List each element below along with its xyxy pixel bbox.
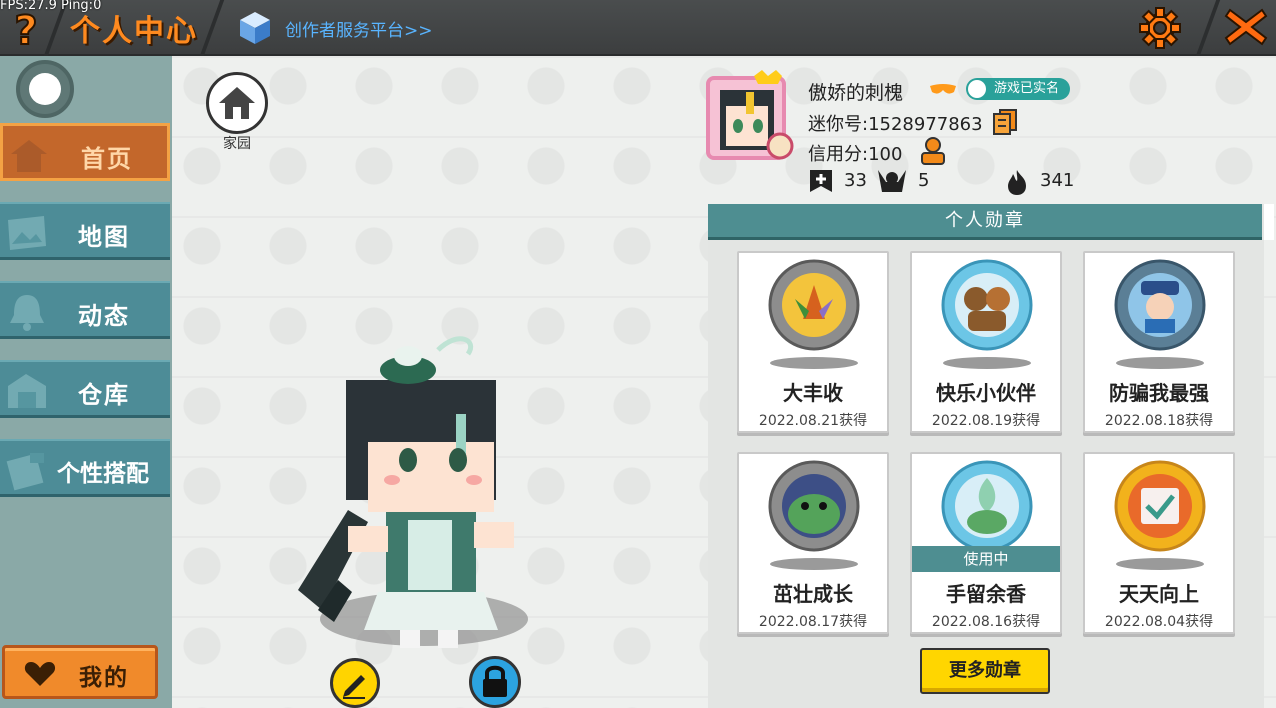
sidebar-item-label: 首页 (81, 145, 133, 173)
medal-name: 防骗我最强 (1109, 381, 1209, 405)
harvest-medal-icon (768, 259, 860, 369)
nickname: 傲娇的刺槐 (808, 82, 904, 104)
sidebar-item-label: 仓库 (78, 381, 130, 409)
divider (199, 0, 225, 56)
scrollbar[interactable] (1264, 204, 1274, 240)
bookmark-icon (810, 170, 832, 192)
lock-button[interactable] (469, 656, 521, 708)
player-character (298, 336, 514, 648)
medal-date: 2022.08.19获得 (931, 413, 1041, 429)
medal-card[interactable]: 大丰收 2022.08.21获得 (737, 251, 889, 433)
medal-date: 2022.08.18获得 (1104, 413, 1214, 429)
stat-heat: 341 (1004, 168, 1084, 195)
medal-card[interactable]: 快乐小伙伴 2022.08.19获得 (910, 251, 1062, 433)
heart-icon (24, 662, 56, 686)
mask-icon (930, 84, 956, 94)
medal-name: 天天向上 (1119, 582, 1199, 606)
medal-name: 茁壮成长 (773, 582, 853, 606)
medal-card[interactable]: 茁壮成长 2022.08.17获得 (737, 452, 889, 634)
top-bar: FPS:27.9 Ping:0 ? 个人中心 创作者服务平台>> (0, 0, 1276, 56)
medal-card[interactable]: 使用中 手留余香 2022.08.16获得 (910, 452, 1062, 634)
sidebar-item-feed[interactable]: 动态 (0, 281, 170, 339)
stat-bookmarks: 33 (808, 168, 878, 194)
sidebar-item-label: 动态 (78, 302, 130, 330)
medal-card[interactable]: 防骗我最强 2022.08.18获得 (1083, 251, 1235, 433)
credit-person-icon[interactable] (918, 136, 948, 166)
close-icon[interactable] (1222, 4, 1270, 50)
medal-name: 手留余香 (946, 582, 1026, 606)
medal-date: 2022.08.21获得 (758, 413, 868, 429)
sidebar-item-map[interactable]: 地图 (0, 202, 170, 260)
svg-text:?: ? (14, 8, 37, 50)
person-icon (968, 80, 986, 98)
outfit-icon (6, 453, 44, 491)
flame-icon (1008, 170, 1026, 195)
friends-medal-icon (941, 259, 1033, 369)
medal-date: 2022.08.17获得 (758, 614, 868, 630)
verified-badge: 游戏已实名 (966, 78, 1070, 100)
mine-button[interactable]: 我的 (2, 645, 158, 699)
pencil-icon (343, 675, 365, 699)
medal-card[interactable]: 天天向上 2022.08.04获得 (1083, 452, 1235, 634)
verified-label: 游戏已实名 (994, 81, 1060, 96)
bookmarks-count: 33 (844, 170, 867, 191)
stat-fans: 5 (876, 168, 946, 194)
profile-avatar[interactable] (702, 70, 802, 166)
sidebar-item-label: 地图 (78, 223, 130, 251)
medals-title: 个人勋章 (708, 204, 1262, 240)
fans-count: 5 (918, 170, 930, 191)
more-medals-button[interactable]: 更多勋章 (920, 648, 1050, 694)
fps-readout: FPS:27.9 Ping:0 (0, 0, 102, 13)
medal-date: 2022.08.16获得 (931, 614, 1041, 630)
home-icon (11, 140, 47, 172)
map-icon (8, 216, 46, 250)
sidebar-item-warehouse[interactable]: 仓库 (0, 360, 170, 418)
home-garden-button[interactable] (206, 72, 268, 134)
heat-count: 341 (1040, 170, 1075, 191)
sidebar-toggle[interactable] (16, 60, 74, 118)
sidebar-item-outfit[interactable]: 个性搭配 (0, 439, 170, 497)
sidebar-item-home[interactable]: 首页 (0, 123, 170, 181)
mine-label: 我的 (79, 665, 129, 691)
bell-icon (10, 295, 44, 331)
anti-fraud-medal-icon (1114, 259, 1206, 369)
home-garden-label: 家园 (223, 136, 251, 152)
sidebar-item-label: 个性搭配 (57, 461, 149, 487)
divider (1195, 0, 1221, 56)
house-icon (219, 87, 255, 119)
daily-progress-medal-icon (1114, 460, 1206, 570)
fans-icon (878, 170, 906, 192)
edit-button[interactable] (330, 658, 380, 708)
medal-name: 快乐小伙伴 (936, 381, 1036, 405)
in-use-badge: 使用中 (912, 546, 1060, 572)
creator-platform-link[interactable]: 创作者服务平台>> (285, 16, 433, 41)
cube-icon[interactable] (238, 10, 272, 46)
growth-medal-icon (768, 460, 860, 570)
medal-name: 大丰收 (783, 381, 843, 405)
mini-id: 迷你号:1528977863 (808, 114, 983, 135)
medal-date: 2022.08.04获得 (1104, 614, 1214, 630)
copy-icon[interactable] (992, 108, 1018, 136)
gear-icon[interactable] (1138, 6, 1182, 50)
credit-score: 信用分:100 (808, 144, 903, 165)
lock-icon (483, 665, 507, 697)
warehouse-icon (8, 374, 46, 408)
